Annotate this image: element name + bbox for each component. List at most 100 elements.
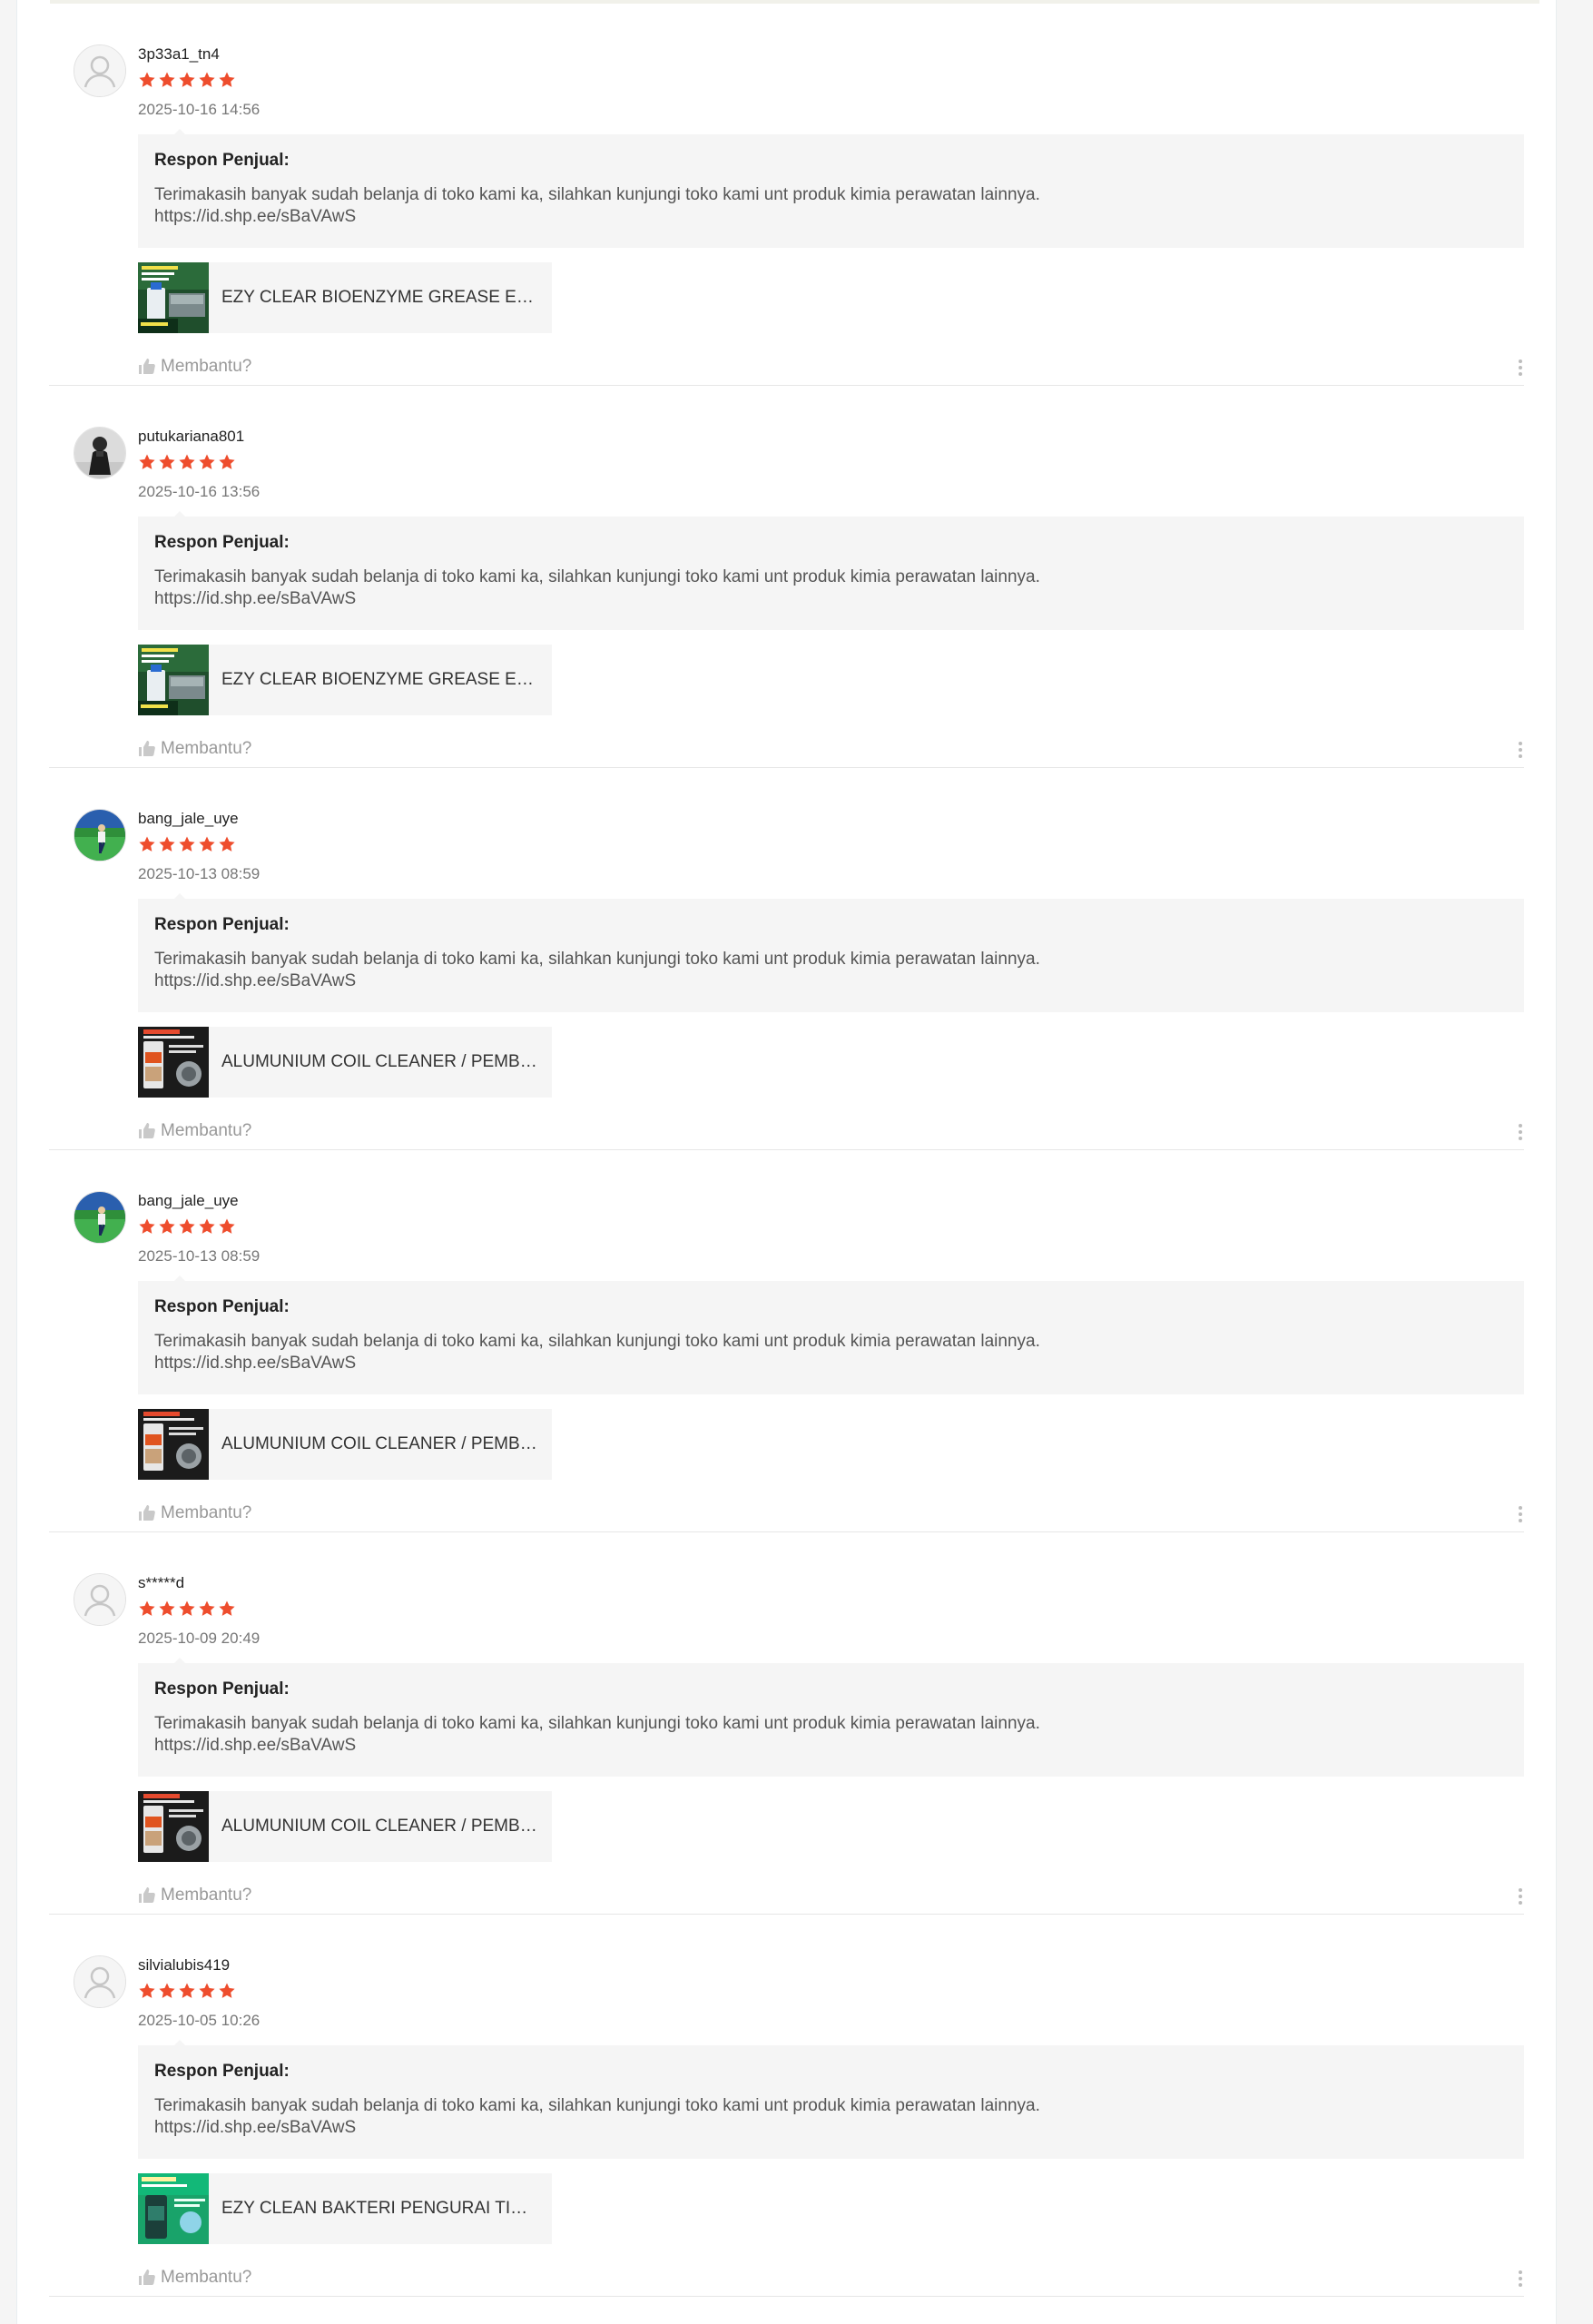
person-photo-avatar[interactable] xyxy=(74,427,126,479)
star-icon xyxy=(178,1982,196,2004)
star-icon xyxy=(218,1217,236,1239)
review-username: bang_jale_uye xyxy=(138,1192,239,1209)
review-date: 2025-10-16 13:56 xyxy=(138,483,261,500)
helpful-label: Membantu? xyxy=(161,1886,252,1905)
star-icon xyxy=(158,71,176,93)
more-options-icon[interactable] xyxy=(1517,1886,1524,1908)
more-options-icon[interactable] xyxy=(1517,740,1524,762)
review-username: s*****d xyxy=(138,1574,185,1591)
rating-stars xyxy=(138,835,236,857)
helpful-button[interactable]: Membantu? xyxy=(138,2268,251,2288)
helpful-button[interactable]: Membantu? xyxy=(138,357,251,377)
helpful-button[interactable]: Membantu? xyxy=(138,1886,251,1905)
star-icon xyxy=(218,1982,236,2004)
thumbs-up-icon xyxy=(138,1504,156,1522)
seller-reply-title: Respon Penjual: xyxy=(154,533,290,552)
helpful-label: Membantu? xyxy=(161,357,252,376)
more-options-icon[interactable] xyxy=(1517,358,1524,379)
more-options-icon[interactable] xyxy=(1517,2269,1524,2290)
helpful-button[interactable]: Membantu? xyxy=(138,1121,251,1141)
star-icon xyxy=(198,835,216,857)
seller-reply-title: Respon Penjual: xyxy=(154,151,290,170)
seller-reply: Respon Penjual: Terimakasih banyak sudah… xyxy=(138,893,1524,1012)
review-date: 2025-10-09 20:49 xyxy=(138,1630,261,1647)
product-thumbnail[interactable] xyxy=(138,262,209,333)
review-item: bang_jale_uye 2025-10-13 08:59 Respon Pe… xyxy=(49,1150,1524,1532)
star-icon xyxy=(138,71,156,93)
star-icon xyxy=(218,835,236,857)
star-icon xyxy=(138,1982,156,2004)
product-name[interactable]: ALUMUNIUM COIL CLEANER / PEMBERSIH xyxy=(221,1434,539,1454)
star-icon xyxy=(178,453,196,475)
seller-reply: Respon Penjual: Terimakasih banyak sudah… xyxy=(138,129,1524,248)
review-item: silvialubis419 2025-10-05 10:26 Respon P… xyxy=(49,1915,1524,2297)
star-icon xyxy=(178,1600,196,1621)
product-thumbnail[interactable] xyxy=(138,1409,209,1480)
star-icon xyxy=(178,71,196,93)
football-photo-avatar[interactable] xyxy=(74,1191,126,1244)
star-icon xyxy=(138,453,156,475)
star-icon xyxy=(158,835,176,857)
more-options-icon[interactable] xyxy=(1517,1504,1524,1526)
product-card[interactable]: ALUMUNIUM COIL CLEANER / PEMBERSIH xyxy=(138,1027,552,1098)
rating-stars xyxy=(138,1217,236,1239)
seller-reply-text: Terimakasih banyak sudah belanja di toko… xyxy=(154,185,1040,226)
product-thumbnail[interactable] xyxy=(138,645,209,715)
default-user-avatar[interactable] xyxy=(74,1955,126,2008)
football-photo-avatar[interactable] xyxy=(74,809,126,862)
thumbs-up-icon xyxy=(138,740,156,758)
star-icon xyxy=(158,453,176,475)
product-card[interactable]: EZY CLEAR BIOENZYME GREASE EATER xyxy=(138,645,552,715)
seller-reply-text: Terimakasih banyak sudah belanja di toko… xyxy=(154,950,1040,990)
star-icon xyxy=(178,835,196,857)
default-user-avatar[interactable] xyxy=(74,44,126,97)
helpful-label: Membantu? xyxy=(161,1121,252,1140)
star-icon xyxy=(218,453,236,475)
product-name[interactable]: EZY CLEAR BIOENZYME GREASE EATER xyxy=(221,670,539,690)
review-list: 3p33a1_tn4 2025-10-16 14:56 Respon Penju… xyxy=(49,4,1524,2297)
product-name[interactable]: ALUMUNIUM COIL CLEANER / PEMBERSIH xyxy=(221,1817,539,1837)
star-icon xyxy=(198,1982,216,2004)
star-icon xyxy=(158,1600,176,1621)
review-item: 3p33a1_tn4 2025-10-16 14:56 Respon Penju… xyxy=(49,4,1524,386)
star-icon xyxy=(198,71,216,93)
more-options-icon[interactable] xyxy=(1517,1122,1524,1144)
helpful-button[interactable]: Membantu? xyxy=(138,1503,251,1523)
review-item: s*****d 2025-10-09 20:49 Respon Penjual:… xyxy=(49,1532,1524,1915)
product-thumbnail[interactable] xyxy=(138,1027,209,1098)
helpful-button[interactable]: Membantu? xyxy=(138,739,251,759)
product-card[interactable]: EZY CLEAN BAKTERI PENGURAI TINJA xyxy=(138,2173,552,2244)
seller-reply-text: Terimakasih banyak sudah belanja di toko… xyxy=(154,1714,1040,1755)
seller-reply-text: Terimakasih banyak sudah belanja di toko… xyxy=(154,2096,1040,2137)
review-username: bang_jale_uye xyxy=(138,810,239,827)
star-icon xyxy=(198,453,216,475)
default-user-avatar[interactable] xyxy=(74,1573,126,1626)
page-container: 3p33a1_tn4 2025-10-16 14:56 Respon Penju… xyxy=(16,0,1557,2324)
thumbs-up-icon xyxy=(138,1886,156,1905)
product-name[interactable]: ALUMUNIUM COIL CLEANER / PEMBERSIH xyxy=(221,1052,539,1072)
review-date: 2025-10-13 08:59 xyxy=(138,865,261,882)
review-username: putukariana801 xyxy=(138,428,245,445)
rating-stars xyxy=(138,1600,236,1621)
rating-stars xyxy=(138,453,236,475)
product-thumbnail[interactable] xyxy=(138,2173,209,2244)
product-card[interactable]: EZY CLEAR BIOENZYME GREASE EATER xyxy=(138,262,552,333)
star-icon xyxy=(218,1600,236,1621)
helpful-label: Membantu? xyxy=(161,739,252,758)
product-card[interactable]: ALUMUNIUM COIL CLEANER / PEMBERSIH xyxy=(138,1791,552,1862)
star-icon xyxy=(198,1217,216,1239)
star-icon xyxy=(158,1217,176,1239)
seller-reply-text: Terimakasih banyak sudah belanja di toko… xyxy=(154,1332,1040,1373)
seller-reply: Respon Penjual: Terimakasih banyak sudah… xyxy=(138,1275,1524,1394)
star-icon xyxy=(198,1600,216,1621)
seller-reply-title: Respon Penjual: xyxy=(154,1679,290,1699)
product-thumbnail[interactable] xyxy=(138,1791,209,1862)
review-username: silvialubis419 xyxy=(138,1956,231,1974)
review-item: bang_jale_uye 2025-10-13 08:59 Respon Pe… xyxy=(49,768,1524,1150)
review-date: 2025-10-13 08:59 xyxy=(138,1247,261,1265)
product-name[interactable]: EZY CLEAR BIOENZYME GREASE EATER xyxy=(221,288,539,308)
product-name[interactable]: EZY CLEAN BAKTERI PENGURAI TINJA xyxy=(221,2199,539,2219)
product-card[interactable]: ALUMUNIUM COIL CLEANER / PEMBERSIH xyxy=(138,1409,552,1480)
review-username: 3p33a1_tn4 xyxy=(138,45,220,63)
seller-reply-title: Respon Penjual: xyxy=(154,2062,290,2081)
